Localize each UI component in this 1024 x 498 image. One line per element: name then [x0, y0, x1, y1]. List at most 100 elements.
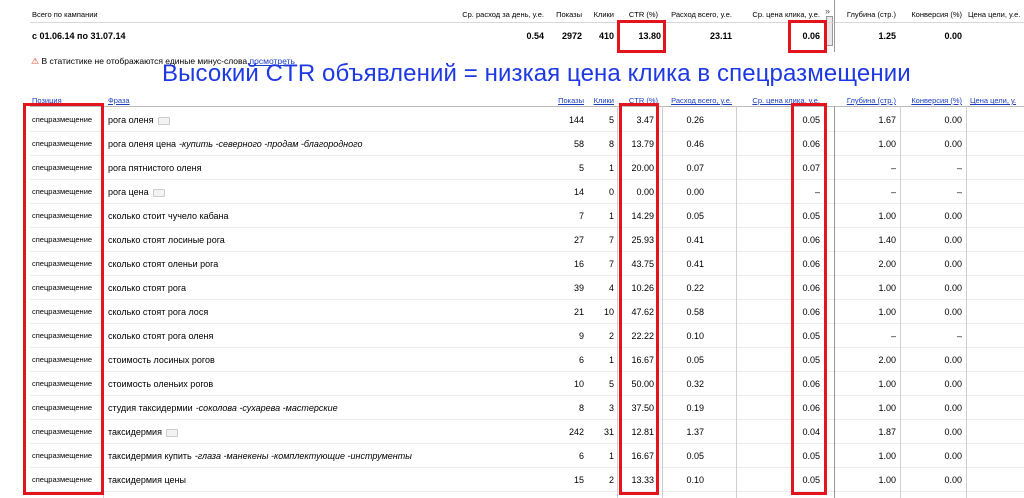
summary-conversion: 0.00 [944, 31, 962, 41]
cell-phrase[interactable]: стоимость оленьих рогов [108, 372, 213, 396]
table-row: спецразмещение 242 31 12.81 1.37 0.04 1.87 0.00… [0, 420, 1024, 444]
summary-label: Всего по кампании [32, 10, 98, 19]
table-row: спецразмещение 10 5 50.00 0.32 0.06 1.00 0.00 ст… [0, 372, 1024, 396]
cell-clicks: 1 [608, 211, 614, 221]
cell-phrase[interactable]: сколько стоят оленьи рога [108, 252, 218, 276]
double-chevron-icon[interactable]: » [825, 6, 830, 16]
col-header-impressions[interactable]: Показы [550, 96, 584, 105]
phrase-text: рога оленя цена [108, 139, 177, 149]
cell-impressions: 21 [573, 307, 584, 317]
cell-phrase[interactable]: рога цена [108, 180, 165, 204]
cell-phrase[interactable]: рога пятнистого оленя [108, 156, 202, 180]
cell-conversion: – [956, 331, 962, 341]
phrase-text: стоимость лосиных рогов [108, 355, 215, 365]
cell-depth: 1.00 [878, 283, 896, 293]
cell-depth: 1.00 [878, 211, 896, 221]
col-header-depth[interactable]: Глубина (стр.) [840, 96, 896, 105]
cell-impressions: 39 [573, 283, 584, 293]
table-row: спецразмещение 39 4 10.26 0.22 0.06 1.00 0.00 ск… [0, 276, 1024, 300]
cell-total-cost: 0.22 [686, 283, 704, 293]
cell-impressions: 9 [578, 331, 584, 341]
cell-phrase[interactable]: сколько стоят рога лося [108, 300, 208, 324]
phrase-text: сколько стоит чучело кабана [108, 211, 229, 221]
cell-clicks: 7 [608, 259, 614, 269]
table-row: спецразмещение 8 3 37.50 0.19 0.06 1.00 0.00 сту… [0, 396, 1024, 420]
summary-header-ctr: CTR (%) [628, 10, 658, 19]
summary-avg-daily: 0.54 [526, 31, 544, 41]
grid-line [617, 106, 618, 498]
cell-clicks: 31 [603, 427, 614, 437]
cell-phrase[interactable]: сколько стоят рога оленя [108, 324, 213, 348]
cell-depth: 1.87 [878, 427, 896, 437]
phrase-options-icon[interactable] [157, 116, 170, 125]
table-row: спецразмещение 5 1 20.00 0.07 0.07– – рога пятн… [0, 156, 1024, 180]
cell-phrase[interactable]: стоимость лосиных рогов [108, 348, 215, 372]
cell-conversion: 0.00 [944, 283, 962, 293]
col-header-phrase[interactable]: Фраза [108, 96, 130, 105]
cell-clicks: 5 [608, 115, 614, 125]
cell-phrase[interactable]: сколько стоят лосиные рога [108, 228, 225, 252]
cell-impressions: 242 [568, 427, 584, 437]
col-header-total-cost[interactable]: Расход всего, у.е. [660, 96, 732, 105]
cell-conversion: 0.00 [944, 427, 962, 437]
phrase-text: рога цена [108, 187, 149, 197]
cell-phrase[interactable]: таксидермия [108, 420, 178, 444]
table-row: спецразмещение 15 2 13.33 0.10 0.05 1.00 0.00 та… [0, 468, 1024, 492]
cell-phrase[interactable]: рога оленя [108, 108, 170, 132]
cell-total-cost: 0.46 [686, 139, 704, 149]
col-header-goal-cost[interactable]: Цена цели, у. [970, 96, 1016, 105]
table-row: спецразмещение 16 7 43.75 0.41 0.06 2.00 0.00 ск… [0, 252, 1024, 276]
cell-conversion: 0.00 [944, 403, 962, 413]
table-header-divider [30, 106, 1024, 107]
cell-clicks: 3 [608, 403, 614, 413]
cell-total-cost: 0.19 [686, 403, 704, 413]
cell-clicks: 7 [608, 235, 614, 245]
cell-conversion: 0.00 [944, 451, 962, 461]
table-row: спецразмещение 6 1 16.67 0.05 0.05 1.00 0.00 так… [0, 444, 1024, 468]
grid-line [736, 106, 737, 498]
cell-conversion: – [956, 163, 962, 173]
cell-total-cost: 0.07 [686, 163, 704, 173]
cell-phrase[interactable]: таксидермия купить -глаза -манекены -комп… [108, 444, 412, 468]
phrase-options-icon[interactable] [165, 428, 178, 437]
cell-total-cost: 0.10 [686, 331, 704, 341]
cell-total-cost: 0.05 [686, 451, 704, 461]
cell-phrase[interactable]: студия таксидермии -соколова -сухарева -м… [108, 396, 338, 420]
phrase-options-icon[interactable] [152, 188, 165, 197]
table-row: спецразмещение 6 1 16.67 0.05 0.05 2.00 0.00 сто… [0, 348, 1024, 372]
summary-header-goal-cost: Цена цели, у.е. [968, 10, 1021, 19]
highlight-cpc-column [791, 103, 827, 495]
cell-phrase[interactable]: сколько стоят рога [108, 276, 186, 300]
cell-conversion: 0.00 [944, 115, 962, 125]
cell-phrase[interactable]: сколько стоит чучело кабана [108, 204, 229, 228]
cell-impressions: 27 [573, 235, 584, 245]
cell-total-cost: 0.58 [686, 307, 704, 317]
cell-clicks: 2 [608, 331, 614, 341]
phrase-text: сколько стоят рога оленя [108, 331, 214, 341]
col-header-clicks[interactable]: Клики [588, 96, 614, 105]
grid-line [966, 106, 967, 498]
cell-depth: 1.00 [878, 307, 896, 317]
phrase-text: таксидермия [108, 427, 162, 437]
cell-clicks: 2 [608, 475, 614, 485]
table-row: спецразмещение 21 10 47.62 0.58 0.06 1.00 0.00 с… [0, 300, 1024, 324]
column-expander-handle[interactable] [826, 16, 833, 46]
cell-depth: 1.40 [878, 235, 896, 245]
table-row: спецразмещение 7 1 14.29 0.05 0.05 1.00 0.00 ско… [0, 204, 1024, 228]
cell-total-cost: 0.05 [686, 355, 704, 365]
cell-phrase[interactable]: рога оленя цена -купить -северного -прода… [108, 132, 362, 156]
cell-conversion: – [956, 187, 962, 197]
highlight-ctr-column [619, 103, 659, 495]
cell-clicks: 1 [608, 163, 614, 173]
cell-depth: 1.00 [878, 379, 896, 389]
cell-impressions: 16 [573, 259, 584, 269]
cell-clicks: 10 [603, 307, 614, 317]
col-header-conversion[interactable]: Конверсия (%) [900, 96, 962, 105]
cell-clicks: 4 [608, 283, 614, 293]
cell-impressions: 6 [578, 451, 584, 461]
highlight-position-column [23, 103, 104, 495]
cell-conversion: 0.00 [944, 259, 962, 269]
cell-conversion: 0.00 [944, 475, 962, 485]
summary-depth: 1.25 [878, 31, 896, 41]
cell-phrase[interactable]: таксидермия цены [108, 468, 186, 492]
